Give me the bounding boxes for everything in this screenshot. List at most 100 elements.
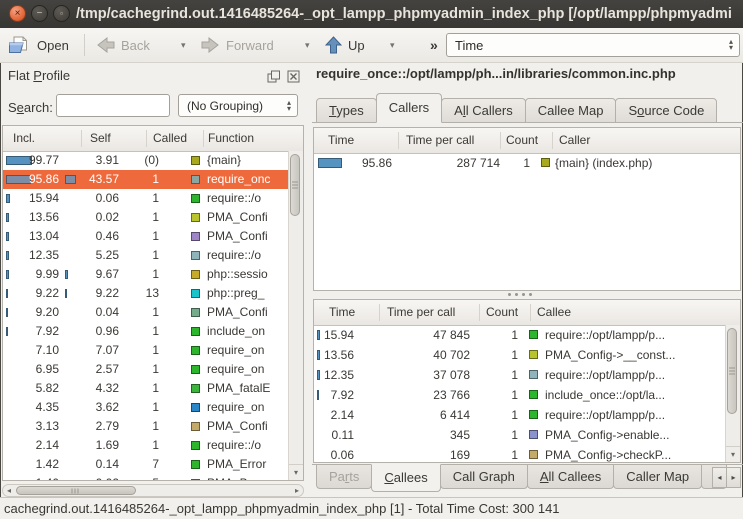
forward-dropdown-caret-icon[interactable]: ▾ xyxy=(305,28,310,62)
function-row[interactable]: 4.35 3.62 1 require_on xyxy=(3,398,303,417)
scroll-left-icon[interactable]: ◂ xyxy=(7,485,11,496)
tab[interactable]: Parts xyxy=(316,464,372,489)
tab-label: All Callers xyxy=(454,103,513,118)
tab[interactable]: Source Code xyxy=(615,98,717,123)
flat-profile-horizontal-scrollbar[interactable]: ◂ ▸ xyxy=(2,484,304,497)
column-header-called[interactable]: Called xyxy=(153,126,187,151)
callee-row[interactable]: 0.11 345 1 PMA_Config->enable... xyxy=(314,425,740,445)
horizontal-splitter-handle[interactable] xyxy=(508,293,532,296)
window-maximize-button[interactable]: ▫ xyxy=(53,5,70,22)
function-row[interactable]: 1.42 0.14 7 PMA_Error xyxy=(3,455,303,474)
callee-row[interactable]: 13.56 40 702 1 PMA_Config->__const... xyxy=(314,345,740,365)
dock-close-icon[interactable] xyxy=(287,70,301,83)
callee-row[interactable]: 7.92 23 766 1 include_once::/opt/la... xyxy=(314,385,740,405)
flat-profile-vertical-scrollbar[interactable]: ▾ xyxy=(288,151,303,480)
function-row[interactable]: 15.94 0.06 1 require::/o xyxy=(3,189,303,208)
tab[interactable]: All Callers xyxy=(441,98,526,123)
forward-button[interactable]: Forward xyxy=(201,28,274,62)
column-header-function[interactable]: Function xyxy=(208,126,254,151)
callee-row[interactable]: 2.14 6 414 1 require::/opt/lampp/p... xyxy=(314,405,740,425)
function-row[interactable]: 6.95 2.57 1 require_on xyxy=(3,360,303,379)
search-input[interactable] xyxy=(56,94,170,117)
tab[interactable]: Call Graph xyxy=(440,464,528,489)
called-value: 1 xyxy=(121,379,159,398)
column-header-count[interactable]: Count xyxy=(506,128,538,153)
scrollbar-thumb[interactable] xyxy=(727,328,737,414)
window-close-button[interactable]: × xyxy=(9,5,26,22)
function-row[interactable]: 13.04 0.46 1 PMA_Confi xyxy=(3,227,303,246)
function-name: require_on xyxy=(207,398,287,417)
back-dropdown-caret-icon[interactable]: ▾ xyxy=(181,28,186,62)
titlebar[interactable]: × − ▫ /tmp/cachegrind.out.1416485264-_op… xyxy=(0,0,743,28)
function-row[interactable]: 5.82 4.32 1 PMA_fatalE xyxy=(3,379,303,398)
time-value: 13.56 xyxy=(320,345,354,365)
tab-scroll-right-icon: ▸ xyxy=(731,473,735,482)
tab[interactable]: Types xyxy=(316,98,377,123)
tab[interactable]: Callers xyxy=(376,93,442,123)
tab-label: Callers xyxy=(389,100,429,115)
back-arrow-icon xyxy=(96,37,115,53)
count-value: 1 xyxy=(482,325,518,345)
event-type-combobox[interactable]: Time ▴▾ xyxy=(446,33,740,57)
column-header-incl[interactable]: Incl. xyxy=(13,126,35,151)
window-minimize-button[interactable]: − xyxy=(31,5,48,22)
time-per-call-value: 287 714 xyxy=(404,153,500,173)
tab[interactable]: Callees xyxy=(371,464,440,492)
function-row[interactable]: 12.35 5.25 1 require::/o xyxy=(3,246,303,265)
callees-rows: 15.94 47 845 1 require::/opt/lampp/p... … xyxy=(314,325,740,462)
scrollbar-thumb[interactable] xyxy=(290,154,300,216)
function-row[interactable]: 9.20 0.04 1 PMA_Confi xyxy=(3,303,303,322)
function-color-icon xyxy=(191,384,200,393)
column-header-time[interactable]: Time xyxy=(329,300,355,325)
function-row[interactable]: 2.14 1.69 1 require::/o xyxy=(3,436,303,455)
incl-value: 1.42 xyxy=(3,455,59,474)
count-value: 1 xyxy=(482,425,518,445)
column-header-count[interactable]: Count xyxy=(486,300,518,325)
tab-scroll-left-button[interactable]: ◂ xyxy=(712,467,727,488)
function-row[interactable]: 3.13 2.79 1 PMA_Confi xyxy=(3,417,303,436)
column-header-time-per-call[interactable]: Time per call xyxy=(387,300,455,325)
scroll-down-button[interactable]: ▾ xyxy=(726,446,740,462)
dock-float-icon[interactable] xyxy=(267,70,281,83)
callee-row[interactable]: 15.94 47 845 1 require::/opt/lampp/p... xyxy=(314,325,740,345)
scroll-right-icon[interactable]: ▸ xyxy=(295,485,299,496)
function-color-icon xyxy=(191,479,200,480)
tab[interactable]: Callee Map xyxy=(525,98,617,123)
function-row[interactable]: 99.77 3.91 (0) {main} xyxy=(3,151,303,170)
grouping-spinner[interactable]: ▴▾ xyxy=(287,100,291,112)
column-header-time-per-call[interactable]: Time per call xyxy=(406,128,474,153)
toolbar-overflow-chevron-icon[interactable]: » xyxy=(430,28,438,62)
function-row[interactable]: 13.56 0.02 1 PMA_Confi xyxy=(3,208,303,227)
toolbar-separator xyxy=(84,34,85,56)
tab-scroll-right-button[interactable]: ▸ xyxy=(726,467,741,488)
event-type-spinner[interactable]: ▴▾ xyxy=(729,39,733,51)
function-row[interactable]: 9.99 9.67 1 php::sessio xyxy=(3,265,303,284)
function-row[interactable]: 7.92 0.96 1 include_on xyxy=(3,322,303,341)
function-row[interactable]: 9.22 9.22 13 php::preg_ xyxy=(3,284,303,303)
open-button[interactable]: Open xyxy=(8,28,69,62)
back-button[interactable]: Back xyxy=(96,28,150,62)
callees-table-header: Time Time per call Count Callee xyxy=(314,300,740,326)
up-dropdown-caret-icon[interactable]: ▾ xyxy=(390,28,395,62)
callee-row[interactable]: 12.35 37 078 1 require::/opt/lampp/p... xyxy=(314,365,740,385)
function-row[interactable]: 95.86 43.57 1 require_onc xyxy=(3,170,303,189)
scroll-down-button[interactable]: ▾ xyxy=(289,464,303,480)
tab[interactable]: Caller Map xyxy=(613,464,702,489)
function-name: php::sessio xyxy=(207,265,287,284)
grouping-combobox[interactable]: (No Grouping) ▴▾ xyxy=(178,94,298,117)
column-header-time[interactable]: Time xyxy=(328,128,354,153)
callees-vertical-scrollbar[interactable]: ▾ xyxy=(725,325,740,462)
up-button[interactable]: Up xyxy=(325,28,365,62)
tab[interactable]: All Callees xyxy=(527,464,614,489)
function-row[interactable]: 7.10 7.07 1 require_on xyxy=(3,341,303,360)
caller-row[interactable]: 95.86 287 714 1 {main} (index.php) xyxy=(314,153,740,173)
column-header-caller[interactable]: Caller xyxy=(559,128,590,153)
called-value: 1 xyxy=(121,265,159,284)
column-header-self[interactable]: Self xyxy=(90,126,111,151)
scrollbar-thumb[interactable] xyxy=(16,486,136,495)
callee-row[interactable]: 0.06 169 1 PMA_Config->checkP... xyxy=(314,445,740,462)
time-per-call-value: 23 766 xyxy=(374,385,470,405)
column-header-callee[interactable]: Callee xyxy=(537,300,571,325)
function-row[interactable]: 1.40 0.02 5 PMA_B xyxy=(3,474,303,480)
function-color-icon xyxy=(529,430,538,439)
